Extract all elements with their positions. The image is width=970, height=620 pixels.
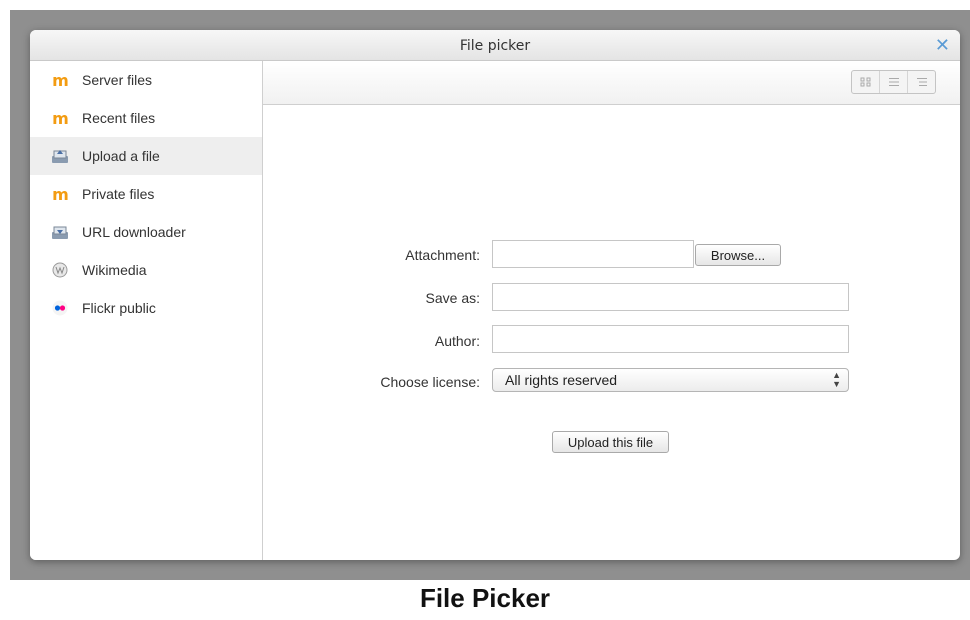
sidebar-item-flickr-public[interactable]: Flickr public [30, 289, 262, 327]
moodle-icon: m [52, 184, 69, 204]
list-icon [888, 78, 899, 86]
image-caption: File Picker [419, 583, 551, 613]
sidebar-item-label: Upload a file [82, 148, 160, 164]
icon-view-button[interactable] [852, 71, 879, 93]
sidebar-item-label: URL downloader [82, 224, 186, 240]
url-download-icon [50, 224, 70, 240]
sidebar-item-label: Wikimedia [82, 262, 147, 278]
upload-panel: Attachment: Browse... Save as: Author: C… [263, 61, 960, 560]
save-as-label: Save as: [425, 290, 480, 306]
select-arrows-icon: ▲ ▼ [832, 370, 841, 389]
view-toolbar [263, 61, 960, 105]
sidebar-item-label: Server files [82, 72, 153, 88]
sidebar-item-label: Recent files [82, 110, 156, 126]
sidebar-item-server-files[interactable]: m Server files [30, 61, 262, 99]
attachment-field[interactable] [492, 240, 694, 268]
sidebar-item-recent-files[interactable]: m Recent files [30, 99, 262, 137]
author-label: Author: [434, 333, 480, 349]
sidebar-item-url-downloader[interactable]: URL downloader [30, 213, 262, 251]
sidebar-item-upload-a-file[interactable]: Upload a file [30, 137, 262, 175]
sidebar-item-label: Flickr public [82, 300, 156, 316]
author-field[interactable] [492, 325, 849, 353]
save-as-field[interactable] [492, 283, 849, 311]
browse-button[interactable]: Browse... [695, 244, 781, 266]
license-selected-value: All rights reserved [505, 372, 618, 388]
license-label: Choose license: [380, 374, 480, 390]
wikimedia-icon [50, 262, 70, 278]
upload-icon [50, 148, 70, 164]
sidebar-item-wikimedia[interactable]: Wikimedia [30, 251, 262, 289]
license-select[interactable]: All rights reserved ▲ ▼ [492, 368, 849, 392]
flickr-icon [50, 300, 70, 316]
moodle-icon: m [52, 108, 69, 128]
attachment-label: Attachment: [405, 247, 480, 263]
close-icon[interactable]: ✕ [935, 30, 950, 60]
dialog-titlebar: File picker ✕ [30, 30, 960, 61]
dialog-title: File picker [459, 38, 531, 54]
grid-icon [860, 77, 870, 87]
moodle-icon: m [52, 70, 69, 90]
tree-icon [916, 78, 927, 86]
file-picker-dialog: File picker ✕ m Server files m Recent fi… [30, 30, 960, 560]
list-view-button[interactable] [879, 71, 907, 93]
upload-file-button[interactable]: Upload this file [552, 431, 669, 453]
repository-sidebar: m Server files m Recent files Upload a f… [30, 61, 263, 560]
sidebar-item-private-files[interactable]: m Private files [30, 175, 262, 213]
view-switcher [851, 70, 936, 94]
sidebar-item-label: Private files [82, 186, 155, 202]
tree-view-button[interactable] [907, 71, 935, 93]
